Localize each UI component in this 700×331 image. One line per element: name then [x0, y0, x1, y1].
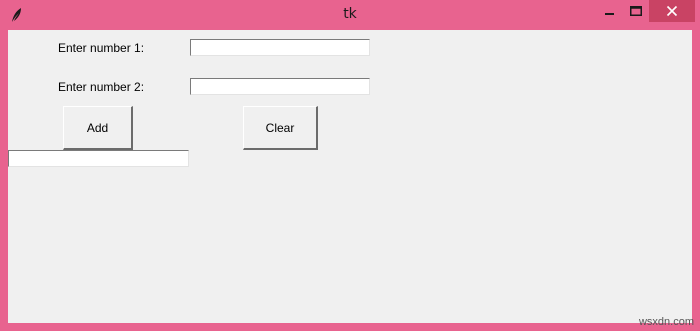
- number1-input[interactable]: [190, 39, 370, 56]
- close-button[interactable]: [649, 0, 695, 22]
- number2-input[interactable]: [190, 78, 370, 95]
- app-window: tk Enter number 1: Enter number 2: Add C…: [0, 0, 700, 331]
- window-title: tk: [343, 6, 357, 22]
- minimize-button[interactable]: [597, 0, 623, 22]
- number2-label: Enter number 2:: [58, 80, 145, 94]
- minimize-icon: [605, 13, 614, 15]
- title-bar[interactable]: tk: [0, 0, 700, 30]
- watermark-text: wsxdn.com: [638, 316, 694, 328]
- add-button[interactable]: Add: [63, 106, 133, 150]
- maximize-button[interactable]: [623, 0, 649, 22]
- maximize-icon: [630, 6, 642, 16]
- result-field[interactable]: [8, 150, 189, 167]
- close-icon: [666, 5, 678, 17]
- client-area: Enter number 1: Enter number 2: Add Clea…: [8, 30, 692, 323]
- number1-label: Enter number 1:: [58, 41, 145, 55]
- clear-button[interactable]: Clear: [243, 106, 318, 150]
